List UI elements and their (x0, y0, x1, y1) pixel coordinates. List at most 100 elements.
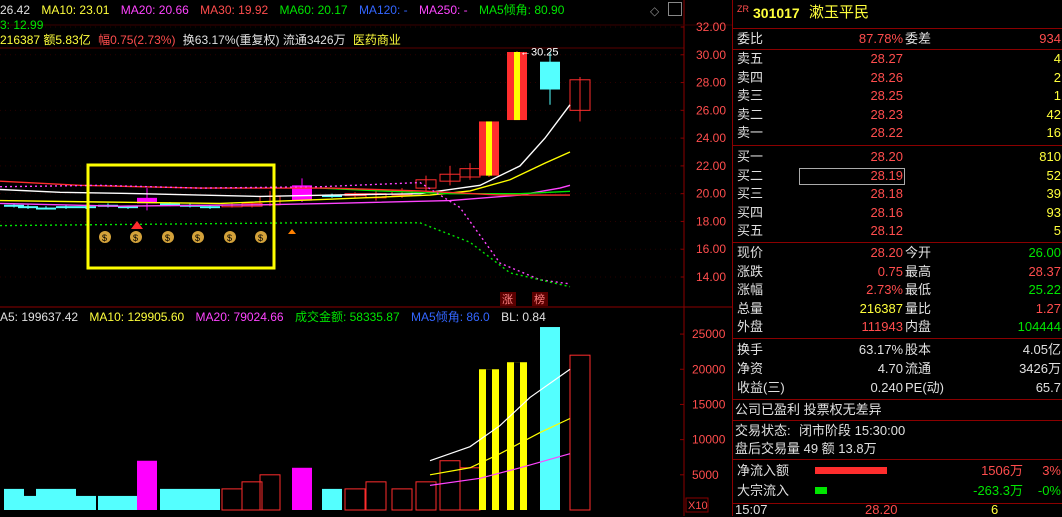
sell-level-price: 28.27 (870, 51, 903, 66)
marker-icon (288, 229, 296, 234)
stat-label: 现价 (737, 245, 764, 260)
buy-level-price: 28.12 (870, 223, 903, 238)
volume-bar (137, 460, 157, 510)
stat-value: 4.70 (877, 361, 903, 376)
diff-label: 委差 (905, 31, 932, 46)
ratio-label: 委比 (737, 31, 764, 46)
candle-body (18, 206, 38, 209)
money-bag-glyph: $ (133, 233, 138, 243)
volume-bar (439, 460, 461, 511)
ma5-slope-value: MA5倾角: 80.90 (479, 3, 565, 17)
tag-label: 榜 (534, 292, 545, 306)
buy-level-label: 买四 (737, 204, 764, 220)
trade-status: 交易状态: 闭市阶段 15:30:00 (733, 422, 1062, 440)
candle-body (76, 206, 96, 209)
stock-name: 漱玉平民 (809, 4, 870, 21)
money-bag-glyph: $ (258, 233, 263, 243)
volume-bar-stripe (514, 362, 520, 510)
sell-level-row: 卖五 28.27 4 (733, 50, 1062, 68)
quote-panel: ZR 301017 漱玉平民 委比 87.78% 委差 934 卖五 28.27 4… (732, 0, 1062, 516)
kline-chart-area[interactable]: 32.00 30.00 28.00 26.00 24.00 22.00 20.00 18.00… (0, 0, 732, 516)
selected-level-box[interactable] (799, 167, 905, 185)
flow-pct: 3% (1042, 463, 1061, 478)
stat-value: 25.22 (1028, 282, 1061, 297)
stat-value: 28.37 (1028, 263, 1061, 279)
stat-row: 收益(三) 0.240 PE(动) 65.7 (733, 379, 1062, 397)
volume-bar (569, 354, 591, 511)
vol-unit-label: X10 (688, 500, 708, 512)
vol-info-line: A5: 199637.42 MA10: 129905.60 MA20: 7902… (0, 310, 554, 324)
candle-body (36, 207, 56, 210)
vol-tick-label: 25000 (692, 327, 726, 341)
tick-price: 28.20 (865, 502, 898, 517)
volume-bar (221, 488, 243, 511)
stat-row: 现价 28.20 今开 26.00 (733, 244, 1062, 262)
buy-level-volume: 5 (1053, 223, 1061, 238)
flow-pct: -0% (1037, 483, 1061, 498)
chart-canvas[interactable]: 32.00 30.00 28.00 26.00 24.00 22.00 20.00 18.00… (0, 0, 732, 516)
vol-ma5-slope-value: MA5倾角: 86.0 (411, 310, 490, 324)
stat-label: 最高 (905, 263, 932, 279)
after-hours-text: 盘后交易量 49 额 13.8万 (735, 441, 877, 456)
ma20-value: MA20: 20.66 (120, 3, 189, 17)
ma10-value: MA10: 23.01 (41, 3, 110, 17)
flow-label: 大宗流入 (737, 483, 790, 498)
stat-row: 涨幅 2.73% 最低 25.22 (733, 281, 1062, 299)
buy-level-row: 买二 28.19 52 (733, 167, 1062, 185)
volume-bar (98, 495, 118, 510)
sell-level-price: 28.26 (870, 69, 903, 85)
stat-value: 63.17% (858, 342, 903, 357)
price-tick-label: 28.00 (696, 76, 726, 90)
money-bag-glyph: $ (227, 233, 232, 243)
stat-value: 26.00 (1028, 245, 1061, 260)
vol-tick-label: 15000 (692, 397, 726, 411)
volume-bar (36, 488, 56, 510)
divider (733, 459, 1062, 460)
sell-level-volume: 42 (1046, 106, 1061, 122)
volume-bar (322, 488, 342, 510)
sell-level-price: 28.23 (870, 106, 903, 122)
volume-bar (415, 481, 437, 511)
block-flow-bar (815, 487, 827, 494)
ma-info-line: 26.42 MA10: 23.01 MA20: 20.66 MA30: 19.9… (0, 3, 572, 17)
sell-level-volume: 4 (1053, 51, 1061, 66)
stat-label: 内盘 (905, 319, 932, 334)
sell-level-label: 卖二 (737, 106, 764, 122)
stat-value: 28.20 (870, 245, 903, 260)
diamond-icon[interactable]: ◇ (650, 4, 659, 18)
stat-label: 总量 (737, 300, 764, 316)
ma30-value: MA30: 19.92 (200, 3, 269, 17)
tick-time: 15:07 (735, 502, 768, 517)
ma5-value: 26.42 (0, 3, 31, 17)
stat-label: 最低 (905, 282, 932, 297)
volume-bar-stripe (486, 369, 492, 510)
volume-bar (160, 488, 180, 510)
money-bag-glyph: $ (165, 233, 170, 243)
stat-label: 流通 (905, 361, 932, 376)
sell-level-volume: 16 (1046, 125, 1061, 140)
sell-level-row: 卖二 28.23 42 (733, 106, 1062, 124)
price-tick-label: 24.00 (696, 131, 726, 145)
stat-row: 涨跌 0.75 最高 28.37 (733, 263, 1062, 281)
volume-bar (459, 467, 481, 511)
ma60-value: MA60: 20.17 (279, 3, 348, 17)
price-tick-label: 14.00 (696, 270, 726, 284)
flow-row: 净流入额 1506万 3% (733, 462, 1062, 480)
buy-level-volume: 810 (1039, 149, 1061, 164)
stock-code: 301017 (753, 5, 800, 21)
stat-value: 0.75 (877, 263, 903, 279)
stat-label: 涨跌 (737, 263, 764, 279)
window-toggle-icon[interactable] (668, 2, 682, 16)
highlight-box[interactable] (86, 163, 276, 270)
stat-value: 111943 (861, 319, 903, 334)
sell-level-row: 卖三 28.25 1 (733, 87, 1062, 105)
sell-level-price: 28.25 (870, 88, 903, 103)
sell-level-row: 卖四 28.26 2 (733, 69, 1062, 87)
vol-bl-value: BL: 0.84 (501, 310, 546, 324)
sell-level-volume: 1 (1053, 88, 1061, 103)
ratio-value: 87.78% (858, 31, 903, 46)
buy-level-price: 28.18 (870, 186, 903, 201)
buy-level-row: 买三 28.18 39 (733, 185, 1062, 203)
change-value: 幅0.75(2.73%) (98, 33, 176, 47)
price-tick-label: 26.00 (696, 103, 726, 117)
